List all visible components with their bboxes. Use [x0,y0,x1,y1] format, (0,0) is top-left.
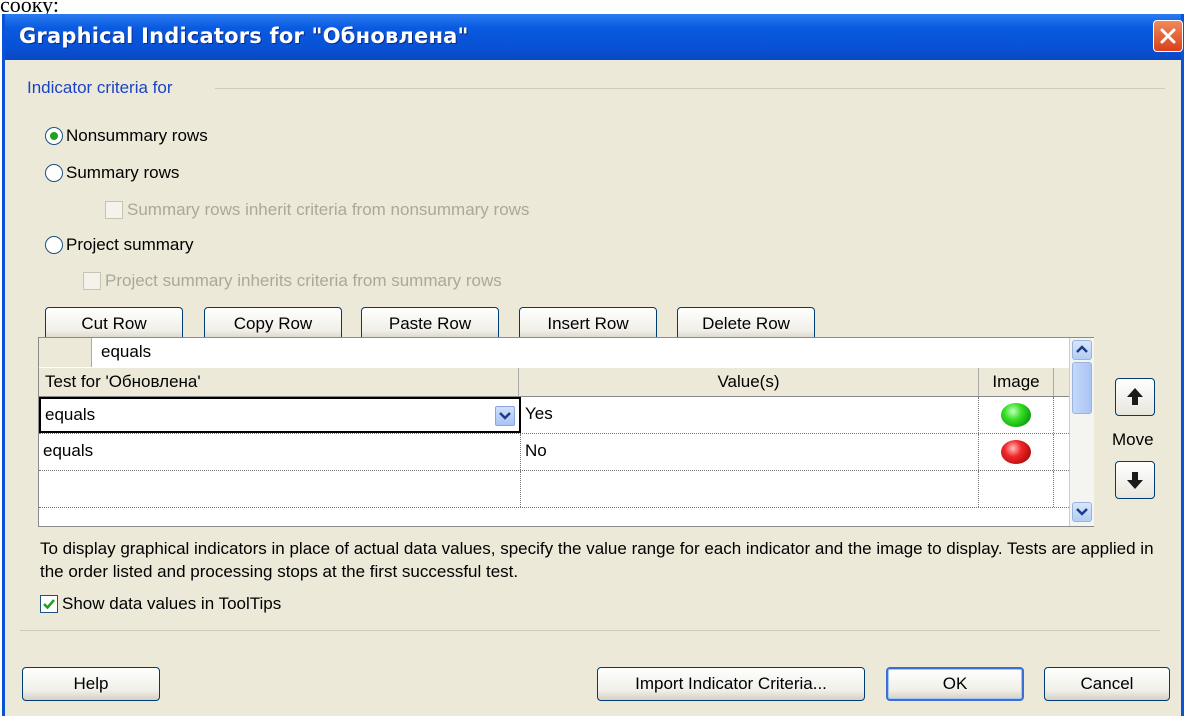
insert-row-button[interactable]: Insert Row [519,307,657,341]
green-circle-icon [1001,403,1031,427]
image-cell[interactable] [979,397,1054,433]
red-circle-icon [1001,440,1031,464]
radio-label: Summary rows [66,163,180,182]
value-cell[interactable]: No [521,434,979,470]
column-header-test: Test for 'Обновлена' [39,368,519,396]
move-down-button[interactable] [1115,461,1155,499]
image-cell[interactable] [979,434,1054,470]
checkbox-label: Show data values in ToolTips [62,594,282,613]
scroll-up-button[interactable] [1072,340,1092,360]
paste-row-button[interactable]: Paste Row [361,307,499,341]
checkbox[interactable] [40,595,58,613]
radio-button[interactable] [45,127,63,145]
radio-project-summary[interactable]: Project summary [45,235,194,255]
close-icon [1160,28,1176,44]
radio-button[interactable] [45,236,63,254]
table-row[interactable]: equals No [39,434,1069,471]
grid-scrollbar[interactable] [1069,338,1094,526]
checkbox-label: Summary rows inherit criteria from nonsu… [127,200,530,219]
criteria-group-label: Indicator criteria for [27,78,173,97]
radio-summary-rows[interactable]: Summary rows [45,163,179,183]
radio-label: Project summary [66,235,194,254]
grid-corner [39,338,92,367]
test-cell[interactable]: equals [39,397,521,433]
chevron-down-icon [499,412,511,420]
chevron-down-icon [1076,508,1088,516]
delete-row-button[interactable]: Delete Row [677,307,815,341]
description-text: To display graphical indicators in place… [40,539,1154,581]
scroll-thumb[interactable] [1072,362,1092,414]
image-cell[interactable] [979,471,1054,507]
arrow-down-icon [1127,472,1143,489]
grid-edit-bar[interactable]: equals [39,338,1069,369]
checkmark-icon [43,599,55,610]
value-cell[interactable]: Yes [521,397,979,433]
move-label: Move [1112,430,1154,449]
indicator-grid: equals Test for 'Обновлена' Value(s) Ima… [38,337,1094,527]
ok-button[interactable]: OK [886,667,1024,701]
checkbox-label: Project summary inherits criteria from s… [105,271,502,290]
footer-divider [20,630,1160,631]
arrow-up-icon [1127,388,1143,405]
checkbox-summary-inherit: Summary rows inherit criteria from nonsu… [105,200,529,220]
checkbox [105,201,123,219]
checkbox-show-tooltips[interactable]: Show data values in ToolTips [40,594,281,614]
cancel-button[interactable]: Cancel [1044,667,1170,701]
test-cell[interactable]: equals [39,434,521,470]
grid-edit-value[interactable]: equals [101,342,151,362]
copy-row-button[interactable]: Copy Row [204,307,342,341]
above-dialog-text: сооку: [0,0,59,14]
test-value: equals [45,405,96,424]
column-header-image: Image [979,368,1054,396]
checkbox [83,272,101,290]
help-button[interactable]: Help [22,667,160,701]
window-title: Graphical Indicators for "Обновлена" [19,24,469,48]
radio-button[interactable] [45,164,63,182]
chevron-up-icon [1076,345,1088,353]
value-cell[interactable] [521,471,979,507]
checkbox-project-inherit: Project summary inherits criteria from s… [83,271,502,291]
move-up-button[interactable] [1115,378,1155,416]
group-divider [215,88,1165,89]
column-header-values: Value(s) [519,368,979,396]
radio-nonsummary-rows[interactable]: Nonsummary rows [45,126,208,146]
grid-header: Test for 'Обновлена' Value(s) Image [39,368,1069,397]
title-bar[interactable]: Graphical Indicators for "Обновлена" [5,14,1183,60]
import-criteria-button[interactable]: Import Indicator Criteria... [597,667,865,701]
cut-row-button[interactable]: Cut Row [45,307,183,341]
test-cell[interactable] [39,471,521,507]
radio-label: Nonsummary rows [66,126,208,145]
scroll-down-button[interactable] [1072,502,1092,522]
table-row[interactable] [39,471,1069,508]
close-button[interactable] [1153,20,1183,52]
dropdown-button[interactable] [495,406,515,426]
table-row[interactable]: equals Yes [39,397,1069,434]
